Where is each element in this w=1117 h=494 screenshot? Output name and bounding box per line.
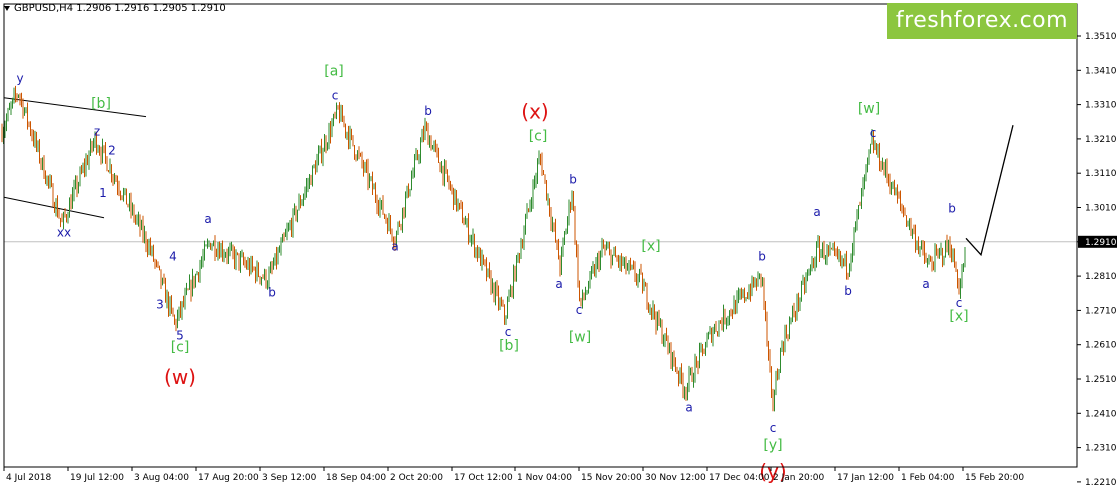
wave-label: a: [391, 239, 398, 253]
x-tick-label: 15 Nov 20:00: [581, 473, 642, 483]
wave-label: [x]: [641, 238, 660, 254]
wave-label: [a]: [324, 63, 344, 79]
wave-labels: y[b]z21xxa435[c](w)b[a]cab (x)[c]c[b]bac[…: [16, 63, 968, 483]
wave-label: b: [268, 286, 276, 300]
wave-label: y: [16, 71, 23, 85]
wave-label: [w]: [858, 101, 880, 117]
x-tick-label: 15 Feb 20:00: [965, 473, 1024, 483]
wave-label: [x]: [949, 309, 968, 325]
channel-lines: [3, 97, 147, 219]
x-tick-label: 1 Nov 04:00: [517, 473, 572, 483]
wave-label: 2: [108, 143, 116, 157]
y-tick-label: 1.3310: [1085, 101, 1117, 111]
wave-label: [c]: [171, 340, 190, 356]
wave-label: [c]: [529, 129, 548, 145]
wave-label: 3: [156, 298, 164, 312]
current-price-label: 1.2910: [1085, 238, 1117, 248]
wave-label: b: [844, 284, 852, 298]
y-tick-label: 1.2710: [1085, 306, 1117, 316]
x-tick-label: 17 Dec 04:00: [709, 473, 770, 483]
brand-logo: freshforex.com: [887, 3, 1077, 39]
wave-label: 1: [99, 186, 107, 200]
wave-label: a: [555, 277, 562, 291]
x-tick-label: 3 Sep 12:00: [262, 473, 317, 483]
brand-logo-text: freshforex.com: [895, 8, 1069, 33]
y-tick-label: 1.2410: [1085, 409, 1117, 419]
y-tick-label: 1.2310: [1085, 444, 1117, 454]
wave-label: [b]: [499, 338, 519, 354]
symbol-line: GBPUSD,H4 1.2906 1.2916 1.2905 1.2910: [14, 3, 226, 14]
wave-label: 4: [169, 250, 177, 264]
wave-label: c: [770, 421, 777, 435]
x-tick-label: 2 Oct 20:00: [390, 473, 443, 483]
wave-label: a: [685, 401, 692, 415]
y-tick-label: 1.3410: [1085, 66, 1117, 76]
x-tick-label: 30 Nov 12:00: [645, 473, 706, 483]
x-tick-label: 2 Jan 20:00: [773, 473, 825, 483]
wave-label: a: [922, 277, 929, 291]
wave-label: b: [569, 172, 577, 186]
wave-label: a: [204, 212, 211, 226]
x-tick-label: 3 Aug 04:00: [134, 473, 189, 483]
x-tick-label: 17 Oct 12:00: [454, 473, 513, 483]
x-tick-label: 17 Jan 12:00: [837, 473, 894, 483]
symbol-header: GBPUSD,H4 1.2906 1.2916 1.2905 1.2910: [4, 3, 226, 14]
x-tick-label: 1 Feb 04:00: [901, 473, 955, 483]
wave-label: (x): [521, 99, 548, 123]
wave-label: c: [576, 303, 583, 317]
x-tick-label: 17 Aug 20:00: [198, 473, 259, 483]
y-tick-label: 1.2610: [1085, 341, 1117, 351]
wave-label: z: [94, 124, 100, 138]
projection-line: [965, 125, 1014, 257]
y-tick-label: 1.3510: [1085, 32, 1117, 42]
wave-label: c: [870, 126, 877, 140]
x-tick-label: 18 Sep 04:00: [326, 473, 386, 483]
candles: [1, 85, 966, 412]
x-tick-label: 19 Jul 12:00: [70, 473, 124, 483]
x-tick-label: 4 Jul 2018: [6, 473, 51, 483]
wave-label: (w): [164, 365, 196, 389]
y-tick-label: 1.2510: [1085, 375, 1117, 385]
y-tick-label: 1.3210: [1085, 135, 1117, 145]
y-tick-label: 1.3110: [1085, 169, 1117, 179]
wave-label: b: [758, 250, 766, 264]
wave-label: b: [948, 202, 956, 216]
y-tick-label: 1.2810: [1085, 272, 1117, 282]
y-tick-label: 1.3010: [1085, 204, 1117, 214]
price-chart[interactable]: y [b] z 2 1 xx a 4 3 5 [c] (w) b [a] c a b (x) [c] c [b] b a c[…: [0, 0, 1117, 490]
projection-path: [965, 125, 1014, 257]
channel-line: [3, 97, 147, 118]
wave-label: b: [424, 104, 432, 118]
dropdown-triangle-icon[interactable]: [4, 5, 10, 11]
wave-label: c: [332, 88, 339, 102]
plot-frame: [3, 3, 1078, 468]
wave-label: a: [813, 205, 820, 219]
wave-label: [w]: [569, 329, 591, 345]
chart-svg: y[b]z21xxa435[c](w)b[a]cab (x)[c]c[b]bac[…: [1, 3, 1117, 488]
wave-label: xx: [57, 226, 71, 240]
wave-label: [b]: [91, 96, 111, 112]
wave-label: [y]: [763, 437, 782, 453]
y-tick-label: 1.2210: [1085, 478, 1117, 488]
